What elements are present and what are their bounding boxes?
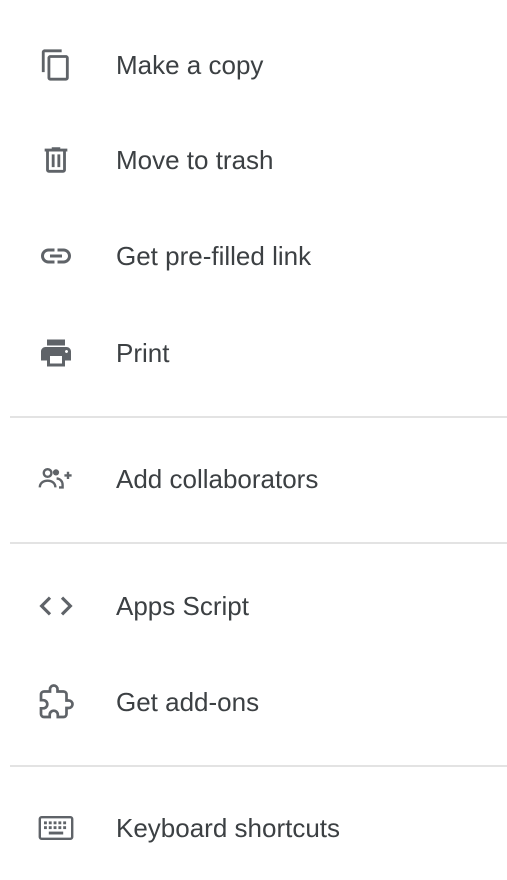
puzzle-icon: [38, 684, 74, 720]
menu-item-add-collaborators[interactable]: Add collaborators: [0, 443, 507, 515]
menu-item-make-a-copy[interactable]: Make a copy: [0, 29, 507, 101]
link-icon: [38, 238, 74, 274]
menu-item-label: Get pre-filled link: [116, 241, 312, 271]
menu-divider: [10, 416, 507, 418]
overflow-menu: Make a copy Move to trash Get pre-filled…: [0, 0, 507, 880]
menu-item-label: Move to trash: [116, 145, 274, 175]
menu-item-get-add-ons[interactable]: Get add-ons: [0, 666, 507, 738]
menu-item-label: Get add-ons: [116, 687, 260, 717]
menu-divider: [10, 542, 507, 544]
menu-item-apps-script[interactable]: Apps Script: [0, 570, 507, 642]
menu-item-label: Keyboard shortcuts: [116, 813, 341, 843]
code-icon: [38, 588, 74, 624]
menu-item-label: Print: [116, 338, 170, 368]
menu-item-label: Add collaborators: [116, 464, 319, 494]
printer-icon: [38, 335, 74, 371]
keyboard-icon: [38, 810, 74, 846]
add-people-icon: [38, 461, 74, 497]
menu-item-get-pre-filled-link[interactable]: Get pre-filled link: [0, 220, 507, 292]
menu-divider: [10, 765, 507, 767]
menu-item-print[interactable]: Print: [0, 317, 507, 389]
menu-item-move-to-trash[interactable]: Move to trash: [0, 124, 507, 196]
copy-icon: [38, 47, 74, 83]
trash-icon: [38, 142, 74, 178]
menu-item-keyboard-shortcuts[interactable]: Keyboard shortcuts: [0, 792, 507, 864]
menu-item-label: Apps Script: [116, 591, 249, 621]
menu-item-label: Make a copy: [116, 50, 264, 80]
